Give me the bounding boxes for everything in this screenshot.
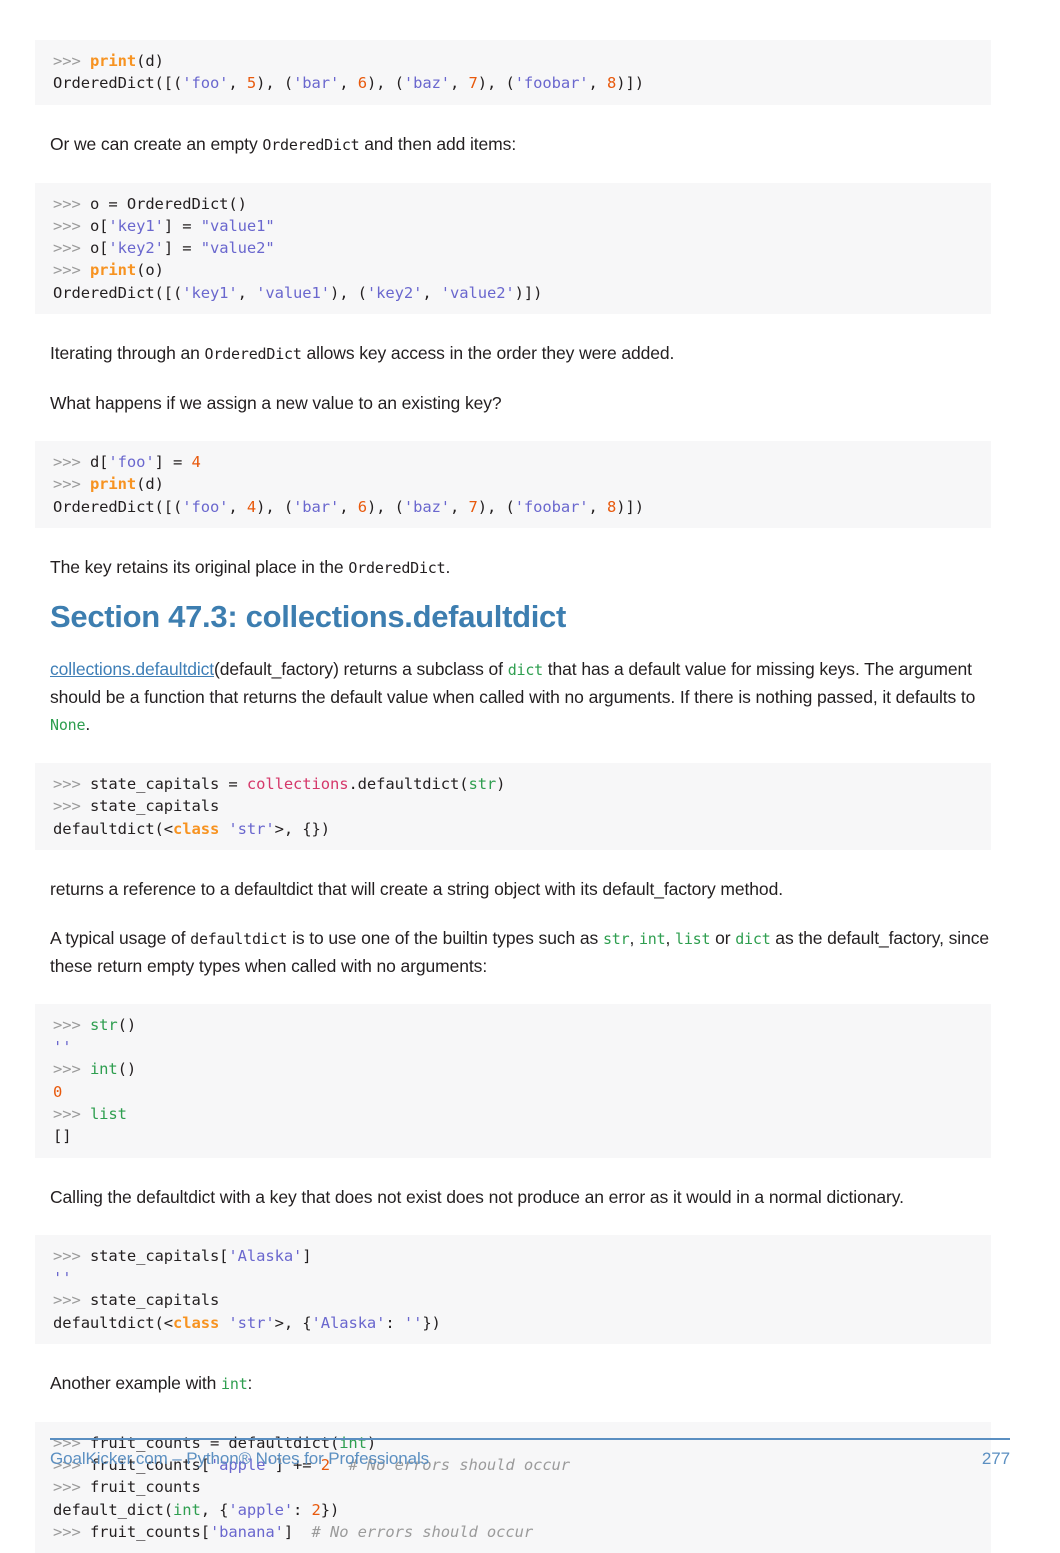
para2-text-a: Iterating through an [50, 343, 205, 364]
inline-code-defaultdict: defaultdict [190, 929, 288, 948]
link-collections-defaultdict[interactable]: collections.defaultdict [50, 659, 214, 679]
code-block-state-capitals: >>> state_capitals = collections.default… [35, 762, 991, 850]
inline-code-str: str [602, 929, 630, 948]
code-block-print-d: >>> print(d) OrderedDict([('foo', 5), ('… [35, 40, 991, 105]
footer-row: GoalKicker.com – Python® Notes for Profe… [50, 1449, 1010, 1469]
para7-text-c: , [629, 927, 639, 948]
inline-code-dict: dict [507, 660, 544, 679]
footer-page-number: 277 [981, 1449, 1010, 1468]
paragraph-create-empty-ordereddict: Or we can create an empty OrderedDict an… [50, 131, 1010, 159]
inline-code-int: int [638, 929, 666, 948]
footer-title: GoalKicker.com – Python® Notes for Profe… [50, 1449, 430, 1468]
para1-text-a: Or we can create an empty [50, 133, 263, 154]
paragraph-iterating-ordereddict: Iterating through an OrderedDict allows … [50, 340, 1010, 368]
para4-text-b: . [445, 556, 451, 577]
para1-text-b: and then add items: [359, 133, 517, 154]
paragraph-calling-defaultdict: Calling the defaultdict with a key that … [50, 1186, 904, 1207]
paragraph-typical-usage: A typical usage of defaultdict is to use… [50, 925, 1010, 980]
inline-code-list: list [675, 929, 711, 948]
code-block-empty-ordereddict: >>> o = OrderedDict() >>> o['key1'] = "v… [35, 182, 991, 315]
paragraph-another-example-int: Another example with int: [50, 1370, 1010, 1398]
paragraph-assign-new-value: What happens if we assign a new value to… [50, 393, 502, 414]
keyword-print: print [89, 52, 137, 70]
para2-text-b: allows key access in the order they were… [301, 343, 675, 364]
para4-text-a: The key retains its original place in th… [50, 556, 349, 577]
paragraph-defaultdict-intro: collections.defaultdict(default_factory)… [50, 656, 1010, 739]
code-block-builtin-types: >>> str() '' >>> int() 0 >>> list [] [35, 1003, 991, 1158]
paragraph-returns-reference: returns a reference to a defaultdict tha… [50, 878, 783, 899]
inline-code-none: None [50, 715, 86, 734]
para9-text-a: Another example with [50, 1372, 222, 1393]
prompt-marker: >>> [53, 52, 90, 70]
page-content: >>> print(d) OrderedDict([('foo', 5), ('… [35, 40, 1010, 1553]
para7-text-e: or [710, 927, 736, 948]
page-footer: GoalKicker.com – Python® Notes for Profe… [50, 1438, 1010, 1469]
para5-text-c: . [85, 713, 91, 734]
para5-text-a: (default_factory) returns a subclass of [214, 658, 508, 679]
code-block-alaska: >>> state_capitals['Alaska'] '' >>> stat… [35, 1234, 991, 1344]
page-title: Section 47.3: collections.defaultdict [50, 598, 567, 634]
inline-code-ordereddict: OrderedDict [348, 558, 446, 577]
paragraph-key-retains-place: The key retains its original place in th… [50, 554, 1010, 582]
para7-text-d: , [665, 927, 675, 948]
inline-code-dict: dict [735, 929, 771, 948]
para7-text-b: is to use one of the builtin types such … [287, 927, 603, 948]
inline-code-ordereddict: OrderedDict [262, 135, 360, 154]
code-block-reassign-foo: >>> d['foo'] = 4 >>> print(d) OrderedDic… [35, 441, 991, 528]
footer-divider [50, 1438, 1010, 1440]
para7-text-a: A typical usage of [50, 927, 191, 948]
inline-code-ordereddict: OrderedDict [204, 345, 302, 364]
para9-text-b: : [247, 1372, 253, 1393]
document-page: >>> print(d) OrderedDict([('foo', 5), ('… [0, 0, 1060, 1553]
inline-code-int: int [221, 1374, 248, 1393]
